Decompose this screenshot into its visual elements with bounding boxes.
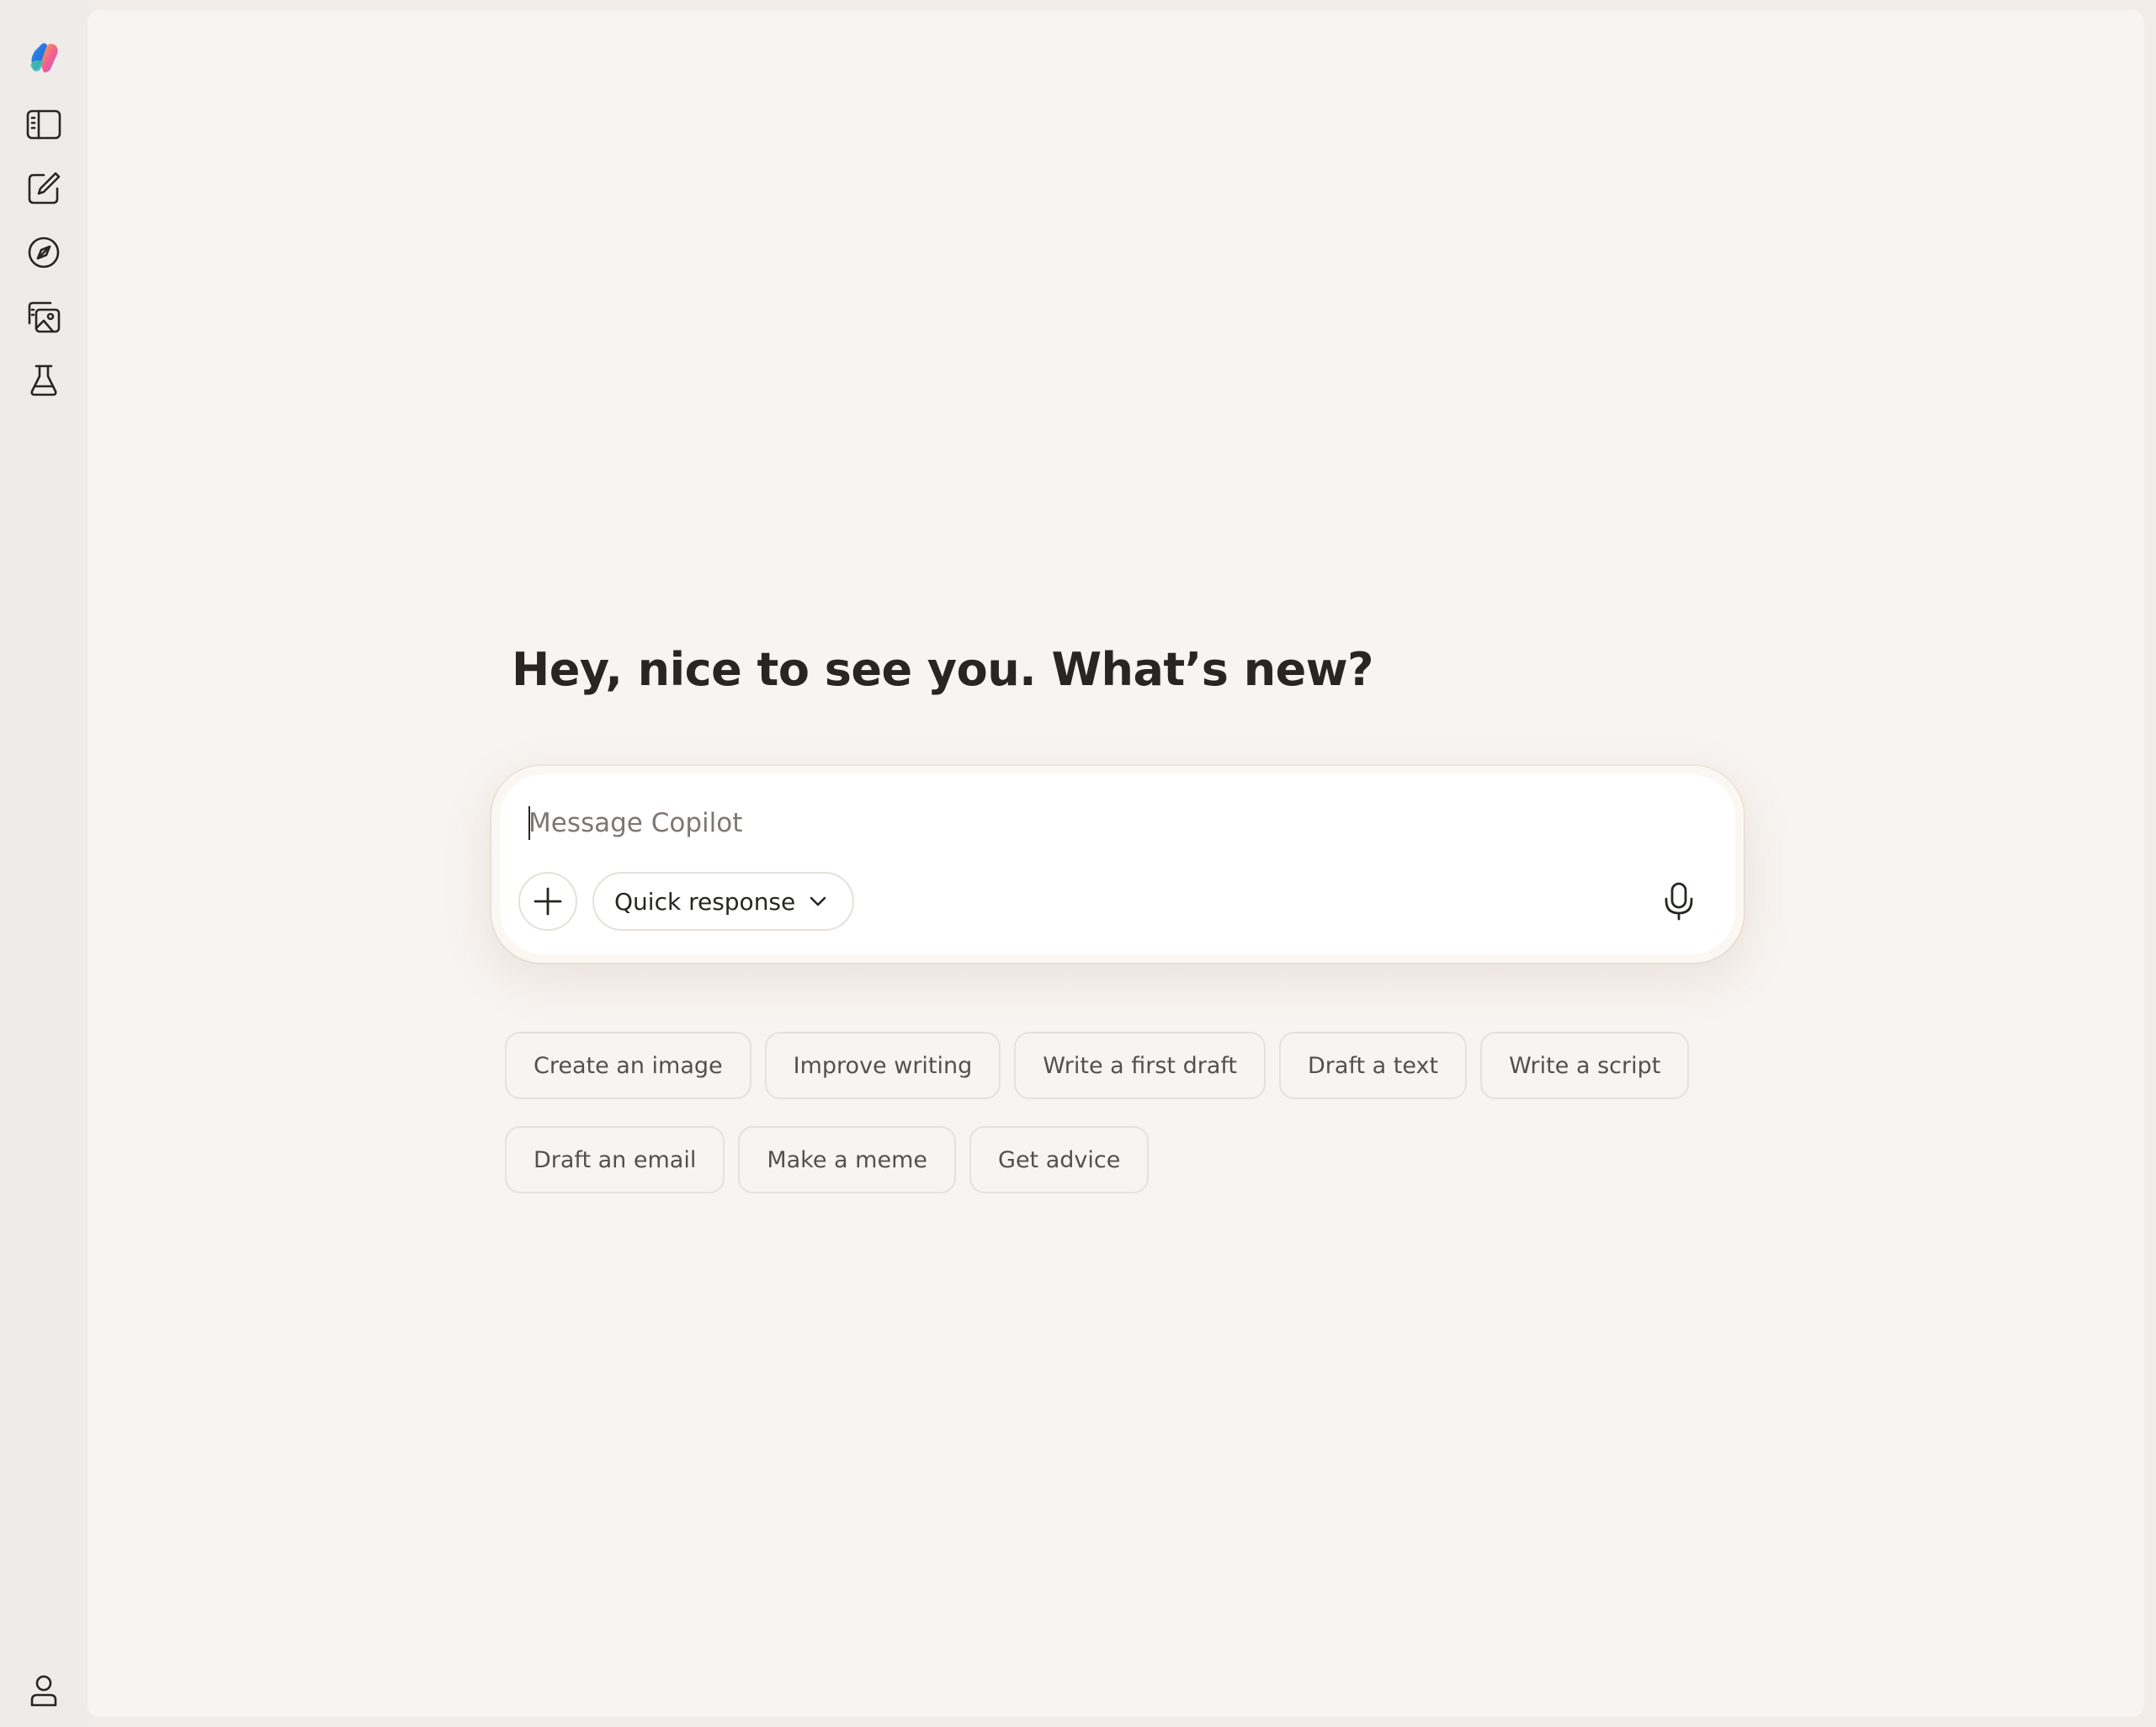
compass-icon [28, 236, 60, 268]
flask-icon [30, 364, 57, 396]
compose-icon [28, 172, 61, 205]
copilot-logo-icon [30, 43, 58, 72]
profile-button[interactable] [19, 1665, 69, 1715]
user-icon [30, 1675, 57, 1707]
suggestion-chip[interactable]: Draft a text [1279, 1032, 1468, 1099]
message-input[interactable] [528, 798, 1622, 848]
suggestion-chip[interactable]: Write a first draft [1014, 1032, 1267, 1099]
plus-icon [534, 887, 562, 916]
composer-container: Quick response [491, 766, 1744, 963]
labs-button[interactable] [19, 355, 69, 406]
chevron-down-icon [810, 896, 826, 906]
response-mode-dropdown[interactable]: Quick response [592, 872, 855, 931]
add-attachment-button[interactable] [518, 872, 577, 931]
image-library-button[interactable] [19, 291, 69, 342]
toggle-sidebar-button[interactable] [19, 99, 69, 150]
suggestion-chip[interactable]: Create an image [505, 1032, 751, 1099]
voice-input-button[interactable] [1648, 870, 1710, 933]
suggestion-chips: Create an image Improve writing Write a … [505, 1032, 1700, 1193]
suggestion-chip[interactable]: Improve writing [764, 1032, 1001, 1099]
copilot-logo-button[interactable] [19, 32, 69, 82]
suggestion-chip[interactable]: Draft an email [505, 1126, 725, 1193]
sidebar-rail [0, 0, 88, 1727]
image-gallery-icon [28, 301, 61, 333]
sidebar-panel-icon [26, 109, 61, 140]
composer: Quick response [500, 774, 1735, 954]
new-chat-button[interactable] [19, 163, 69, 214]
response-mode-label: Quick response [614, 887, 796, 916]
microphone-icon [1665, 882, 1693, 921]
suggestion-chip[interactable]: Make a meme [738, 1126, 957, 1193]
main-content: Hey, nice to see you. What’s new? Quick … [88, 10, 2144, 1717]
suggestion-chip[interactable]: Get advice [969, 1126, 1150, 1193]
suggestion-chip[interactable]: Write a script [1480, 1032, 1690, 1099]
greeting-heading: Hey, nice to see you. What’s new? [512, 643, 1373, 696]
discover-button[interactable] [19, 227, 69, 278]
